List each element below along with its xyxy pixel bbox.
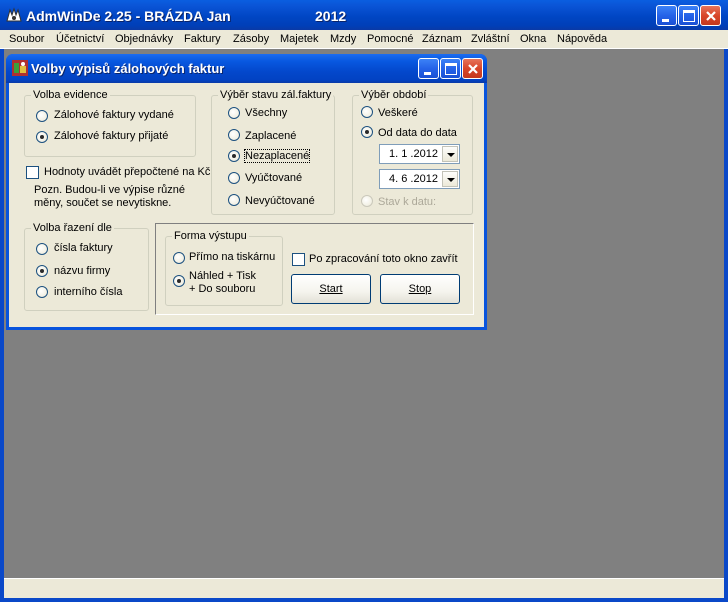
close-after-label[interactable]: Po zpracování toto okno zavřít bbox=[309, 253, 458, 265]
status-radio-settled[interactable] bbox=[228, 172, 240, 184]
menu-zaznam[interactable]: Záznam bbox=[422, 33, 462, 45]
sort-label-company-name[interactable]: názvu firmy bbox=[54, 265, 110, 277]
evidence-radio-received[interactable] bbox=[36, 131, 48, 143]
stop-button-label: Stop bbox=[408, 283, 432, 295]
status-label-settled[interactable]: Vyúčtované bbox=[245, 172, 302, 184]
menu-soubor[interactable]: Soubor bbox=[9, 33, 44, 45]
sort-label-internal-number[interactable]: interního čísla bbox=[54, 286, 122, 298]
start-button[interactable]: Start bbox=[291, 274, 371, 304]
window-frame-left bbox=[0, 49, 4, 602]
menu-majetek[interactable]: Majetek bbox=[280, 33, 319, 45]
period-radio-all[interactable] bbox=[361, 106, 373, 118]
report-options-dialog: Volby výpisů zálohových faktur Volba evi… bbox=[6, 54, 487, 330]
menu-zvlastni[interactable]: Zvláštní bbox=[471, 33, 510, 45]
sort-legend: Volba řazení dle bbox=[31, 222, 114, 234]
close-after-checkbox[interactable] bbox=[292, 253, 305, 266]
menu-napoveda[interactable]: Nápověda bbox=[557, 33, 607, 45]
maximize-icon bbox=[683, 10, 695, 22]
dialog-maximize-button[interactable] bbox=[440, 58, 461, 79]
status-label-unsettled[interactable]: Nevyúčtované bbox=[245, 195, 315, 207]
status-radio-unpaid[interactable] bbox=[228, 150, 240, 162]
period-label-as-of-date: Stav k datu: bbox=[378, 196, 437, 208]
output-label-preview-line1[interactable]: Náhled + Tisk bbox=[189, 270, 256, 282]
maximize-button[interactable] bbox=[678, 5, 699, 26]
close-button[interactable] bbox=[700, 5, 721, 26]
status-radio-paid[interactable] bbox=[228, 129, 240, 141]
convert-to-czk-checkbox[interactable] bbox=[26, 166, 39, 179]
menu-zasoby[interactable]: Zásoby bbox=[233, 33, 269, 45]
menu-faktury[interactable]: Faktury bbox=[184, 33, 221, 45]
menu-mzdy[interactable]: Mzdy bbox=[330, 33, 356, 45]
date-to-combo[interactable]: 4. 6 .2012 bbox=[379, 169, 460, 189]
evidence-label-received[interactable]: Zálohové faktury přijaté bbox=[54, 130, 168, 142]
evidence-legend: Volba evidence bbox=[31, 89, 110, 101]
dialog-close-button[interactable] bbox=[462, 58, 483, 79]
window-frame-bottom bbox=[0, 598, 728, 602]
dialog-minimize-button[interactable] bbox=[418, 58, 439, 79]
status-label-all[interactable]: Všechny bbox=[245, 107, 287, 119]
convert-to-czk-label[interactable]: Hodnoty uvádět přepočtené na Kč bbox=[44, 166, 210, 178]
maximize-icon bbox=[445, 63, 457, 75]
app-year: 2012 bbox=[315, 8, 347, 24]
main-titlebar[interactable]: AdmWinDe 2.25 - BRÁZDA Jan 2012 bbox=[0, 0, 728, 30]
period-label-date-range[interactable]: Od data do data bbox=[378, 127, 457, 139]
dialog-body: Volba evidence Zálohové faktury vydané Z… bbox=[9, 83, 484, 327]
menubar: Soubor Účetnictví Objednávky Faktury Zás… bbox=[0, 30, 728, 49]
date-from-combo[interactable]: 1. 1 .2012 bbox=[379, 144, 460, 164]
minimize-icon bbox=[662, 19, 669, 22]
status-radio-all[interactable] bbox=[228, 107, 240, 119]
minimize-button[interactable] bbox=[656, 5, 677, 26]
sort-radio-invoice-number[interactable] bbox=[36, 243, 48, 255]
app-title: AdmWinDe 2.25 - BRÁZDA Jan bbox=[26, 8, 231, 24]
status-label-unpaid[interactable]: Nezaplacené bbox=[243, 149, 311, 163]
chevron-down-icon[interactable] bbox=[442, 146, 458, 162]
status-bar bbox=[4, 578, 724, 598]
currency-note-line2: měny, součet se nevytiskne. bbox=[34, 197, 172, 209]
output-radio-printer[interactable] bbox=[173, 252, 185, 264]
close-icon bbox=[706, 11, 716, 21]
evidence-radio-issued[interactable] bbox=[36, 110, 48, 122]
period-radio-date-range[interactable] bbox=[361, 126, 373, 138]
status-label-paid[interactable]: Zaplacené bbox=[245, 130, 296, 142]
output-label-preview-line2[interactable]: + Do souboru bbox=[189, 283, 255, 295]
currency-note-line1: Pozn. Budou-li ve výpise různé bbox=[34, 184, 186, 196]
sort-radio-internal-number[interactable] bbox=[36, 286, 48, 298]
evidence-group: Volba evidence bbox=[24, 89, 196, 157]
start-button-label: Start bbox=[319, 283, 343, 295]
output-legend: Forma výstupu bbox=[172, 230, 249, 242]
date-to-value: 4. 6 .2012 bbox=[389, 173, 438, 185]
menu-objednavky[interactable]: Objednávky bbox=[115, 33, 173, 45]
dialog-title: Volby výpisů zálohových faktur bbox=[31, 61, 225, 76]
minimize-icon bbox=[424, 72, 431, 75]
date-from-value: 1. 1 .2012 bbox=[389, 148, 438, 160]
dialog-titlebar[interactable]: Volby výpisů zálohových faktur bbox=[6, 54, 487, 83]
close-icon bbox=[468, 64, 478, 74]
window-frame-right bbox=[724, 49, 728, 602]
period-radio-as-of-date[interactable] bbox=[361, 195, 373, 207]
evidence-label-issued[interactable]: Zálohové faktury vydané bbox=[54, 109, 174, 121]
menu-ucetnictvi[interactable]: Účetnictví bbox=[56, 33, 104, 45]
status-radio-unsettled[interactable] bbox=[228, 194, 240, 206]
menu-okna[interactable]: Okna bbox=[520, 33, 546, 45]
sort-radio-company-name[interactable] bbox=[36, 265, 48, 277]
sort-label-invoice-number[interactable]: čísla faktury bbox=[54, 242, 113, 254]
period-label-all[interactable]: Veškeré bbox=[378, 107, 418, 119]
chevron-down-icon[interactable] bbox=[442, 171, 458, 187]
stop-button[interactable]: Stop bbox=[380, 274, 460, 304]
period-legend: Výběr období bbox=[359, 89, 429, 101]
status-legend: Výběr stavu zál.faktury bbox=[218, 89, 334, 101]
output-label-printer[interactable]: Přímo na tiskárnu bbox=[189, 251, 275, 263]
dialog-app-icon bbox=[12, 60, 28, 76]
output-radio-preview-file[interactable] bbox=[173, 275, 185, 287]
menu-pomocne[interactable]: Pomocné bbox=[367, 33, 413, 45]
app-logo-icon bbox=[6, 7, 22, 22]
